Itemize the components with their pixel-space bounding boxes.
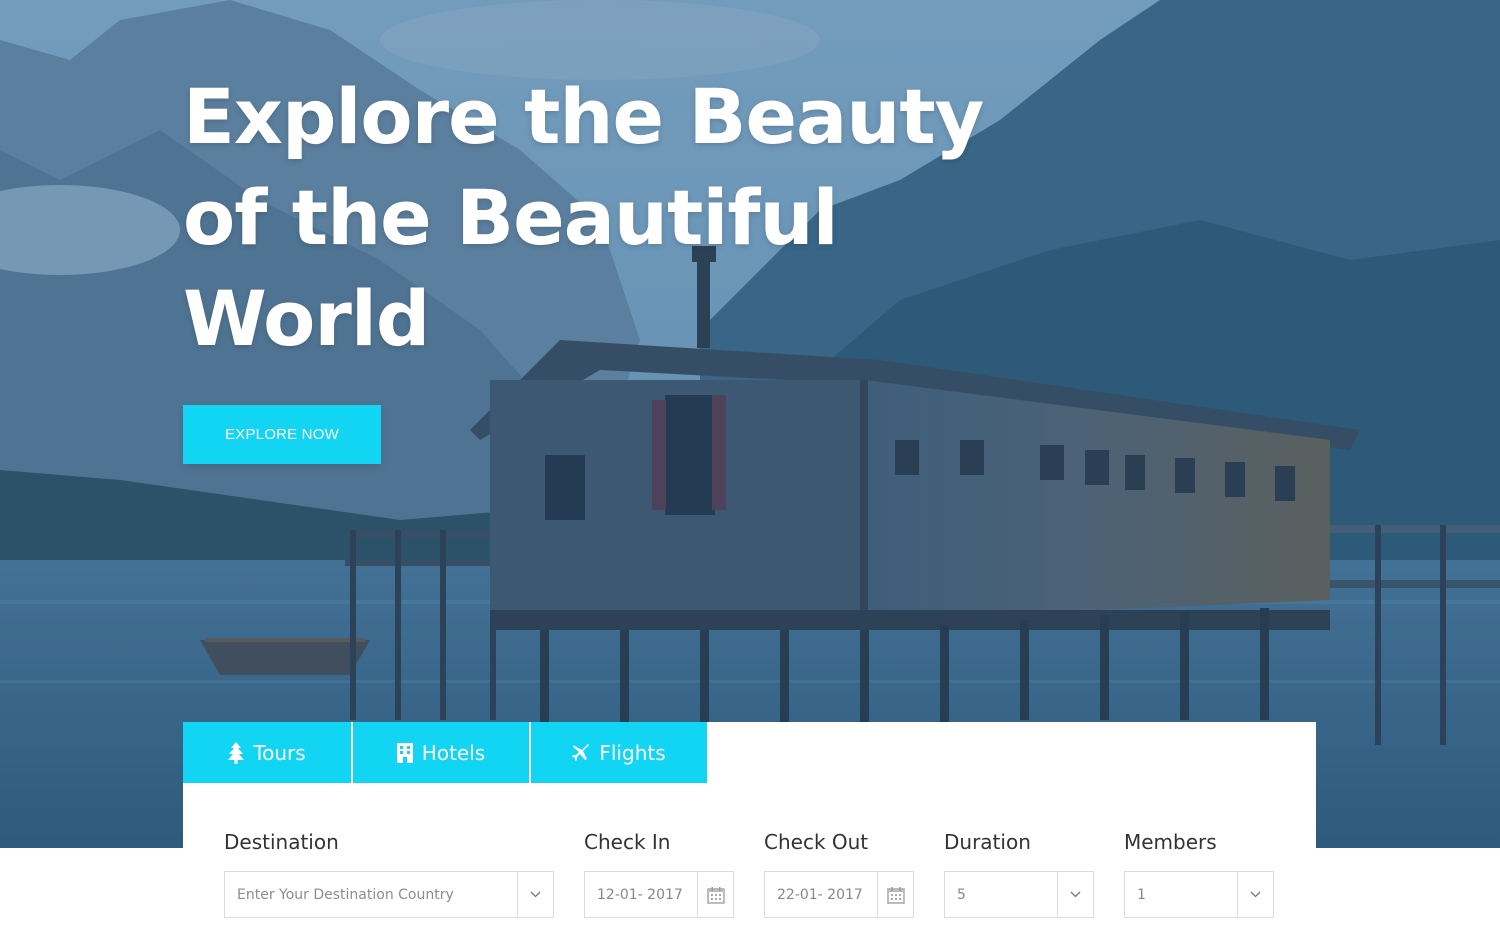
hero-title: Explore the Beauty of the Beautiful Worl…: [183, 66, 1083, 369]
search-panel: Tours Hotels Flights Destination Enter Y…: [183, 722, 1316, 932]
chevron-down-icon: [530, 891, 541, 898]
plane-icon: [572, 743, 590, 761]
hero-title-line-3: World: [183, 274, 430, 363]
duration-select[interactable]: [944, 871, 1094, 918]
destination-select[interactable]: [224, 871, 554, 918]
chevron-down-icon: [1250, 891, 1261, 898]
check-out-field[interactable]: [764, 871, 914, 918]
hero-title-line-1: Explore the Beauty: [183, 72, 984, 161]
tab-tours-label: Tours: [253, 740, 306, 765]
tree-icon: [228, 741, 245, 764]
check-in-label: Check In: [584, 830, 671, 854]
building-icon: [396, 742, 413, 763]
search-tabs: Tours Hotels Flights: [183, 722, 707, 783]
members-label: Members: [1124, 830, 1217, 854]
calendar-icon: [886, 886, 905, 904]
tab-flights[interactable]: Flights: [529, 722, 707, 783]
explore-now-button[interactable]: EXPLORE NOW: [183, 405, 381, 464]
tab-hotels[interactable]: Hotels: [351, 722, 529, 783]
members-dropdown-toggle[interactable]: [1237, 872, 1273, 917]
check-in-input[interactable]: [585, 872, 697, 917]
calendar-icon: [706, 886, 725, 904]
check-out-calendar-button[interactable]: [877, 872, 913, 917]
destination-input[interactable]: [225, 872, 517, 917]
tab-hotels-label: Hotels: [421, 740, 486, 765]
check-out-label: Check Out: [764, 830, 869, 854]
duration-label: Duration: [944, 830, 1031, 854]
destination-dropdown-toggle[interactable]: [517, 872, 553, 917]
members-select[interactable]: [1124, 871, 1274, 918]
destination-label: Destination: [224, 830, 339, 854]
members-input[interactable]: [1125, 872, 1237, 917]
duration-dropdown-toggle[interactable]: [1057, 872, 1093, 917]
duration-input[interactable]: [945, 872, 1057, 917]
check-in-calendar-button[interactable]: [697, 872, 733, 917]
hero-section: Explore the Beauty of the Beautiful Worl…: [0, 0, 1500, 848]
chevron-down-icon: [1070, 891, 1081, 898]
check-in-field[interactable]: [584, 871, 734, 918]
check-out-input[interactable]: [765, 872, 877, 917]
hero-title-line-2: of the Beautiful: [183, 173, 839, 262]
tab-tours[interactable]: Tours: [183, 722, 351, 783]
tab-flights-label: Flights: [599, 740, 666, 765]
